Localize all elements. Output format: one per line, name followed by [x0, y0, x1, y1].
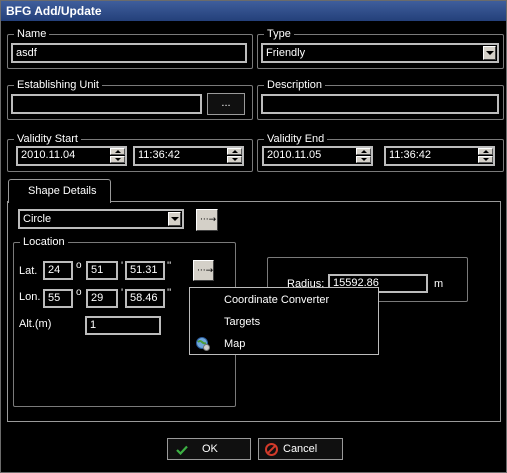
validity-start-group: Validity Start 2010.11.04 11:36:42 [7, 132, 253, 172]
tab-shape-details-label: Shape Details [28, 185, 97, 197]
spin-up-icon[interactable] [110, 148, 125, 155]
spin-up-icon[interactable] [478, 148, 493, 155]
chevron-down-icon[interactable] [483, 46, 496, 60]
shape-select-value: Circle [23, 213, 52, 225]
validity-end-group: Validity End 2010.11.05 11:36:42 [257, 132, 504, 172]
validity-start-time-spinner[interactable] [227, 148, 242, 164]
description-input[interactable] [261, 94, 499, 114]
lat-minutes-input[interactable]: 51 [86, 261, 118, 280]
cancel-button[interactable]: Cancel [258, 438, 343, 460]
type-select-value: Friendly [266, 47, 306, 59]
menu-item-label: Coordinate Converter [224, 294, 330, 306]
shape-options-button[interactable]: ···→ [196, 209, 218, 231]
coordinate-options-button[interactable]: ···→ [193, 260, 214, 281]
dotted-arrow-icon: ···→ [197, 266, 214, 276]
cancel-icon [265, 443, 278, 456]
spin-down-icon[interactable] [227, 156, 242, 163]
type-select[interactable]: Friendly [261, 43, 499, 63]
validity-start-time-value: 11:36:42 [138, 149, 181, 161]
menu-item-coordinate-converter[interactable]: Coordinate Converter [190, 290, 378, 310]
type-group: Type Friendly [257, 27, 504, 69]
menu-item-map[interactable]: Map [190, 334, 378, 354]
validity-end-date-input[interactable]: 2010.11.05 [262, 146, 373, 166]
validity-start-label: Validity Start [14, 132, 81, 146]
lat-minute-symbol: ' [121, 260, 124, 272]
lon-degrees-input[interactable]: 55 [43, 289, 73, 308]
description-label: Description [264, 78, 326, 92]
spin-up-icon[interactable] [227, 148, 242, 155]
spin-down-icon[interactable] [356, 156, 371, 163]
lat-degree-symbol: o [76, 260, 82, 271]
radius-unit-label: m [434, 278, 444, 290]
lon-second-symbol: '' [167, 287, 172, 299]
validity-end-date-value: 2010.11.05 [267, 149, 322, 161]
cancel-button-label: Cancel [283, 443, 318, 455]
ok-button[interactable]: OK [167, 438, 251, 460]
lat-degrees-input[interactable]: 24 [43, 261, 73, 280]
altitude-input[interactable]: 1 [85, 316, 161, 335]
establishing-unit-input[interactable] [11, 94, 202, 114]
validity-start-time-input[interactable]: 11:36:42 [133, 146, 244, 166]
menu-item-label: Map [224, 338, 246, 350]
altitude-label: Alt.(m) [19, 318, 52, 330]
lon-minutes-input[interactable]: 29 [86, 289, 118, 308]
window-title: BFG Add/Update [6, 4, 102, 18]
establishing-unit-group: Establishing Unit ... [7, 78, 253, 120]
lon-degree-symbol: o [76, 287, 82, 298]
tab-shape-details[interactable]: Shape Details [8, 179, 111, 203]
ok-button-label: OK [202, 443, 218, 455]
type-label: Type [264, 27, 294, 41]
location-label: Location [20, 235, 68, 249]
chevron-down-icon[interactable] [168, 212, 181, 226]
lon-label: Lon. [19, 291, 41, 303]
validity-start-date-spinner[interactable] [110, 148, 125, 164]
lon-minute-symbol: ' [121, 287, 124, 299]
shape-select[interactable]: Circle [18, 209, 184, 229]
validity-end-date-spinner[interactable] [356, 148, 371, 164]
lat-seconds-input[interactable]: 51.31 [125, 261, 165, 280]
establishing-unit-label: Establishing Unit [14, 78, 102, 92]
check-icon [176, 445, 188, 455]
lon-seconds-input[interactable]: 58.46 [125, 289, 165, 308]
spin-down-icon[interactable] [110, 156, 125, 163]
establishing-unit-browse-button[interactable]: ... [207, 93, 245, 115]
globe-icon [196, 337, 210, 351]
validity-start-date-value: 2010.11.04 [21, 149, 76, 161]
name-label: Name [14, 27, 50, 41]
title-bar[interactable]: BFG Add/Update [1, 1, 506, 21]
description-group: Description [257, 78, 504, 120]
menu-item-targets[interactable]: Targets [190, 312, 378, 332]
bfg-add-update-dialog: BFG Add/Update Name asdf Type Friendly E… [0, 0, 507, 473]
lat-second-symbol: '' [167, 260, 172, 272]
validity-end-time-spinner[interactable] [478, 148, 493, 164]
context-menu: Coordinate Converter Targets Map [189, 287, 379, 355]
menu-item-label: Targets [224, 316, 261, 328]
name-input[interactable]: asdf [11, 43, 247, 63]
dotted-arrow-icon: ···→ [200, 215, 217, 225]
lat-label: Lat. [19, 265, 38, 277]
validity-start-date-input[interactable]: 2010.11.04 [16, 146, 127, 166]
spin-down-icon[interactable] [478, 156, 493, 163]
validity-end-time-input[interactable]: 11:36:42 [384, 146, 495, 166]
name-group: Name asdf [7, 27, 253, 69]
spin-up-icon[interactable] [356, 148, 371, 155]
validity-end-label: Validity End [264, 132, 328, 146]
validity-end-time-value: 11:36:42 [389, 149, 432, 161]
browse-button-label: ... [221, 97, 231, 109]
